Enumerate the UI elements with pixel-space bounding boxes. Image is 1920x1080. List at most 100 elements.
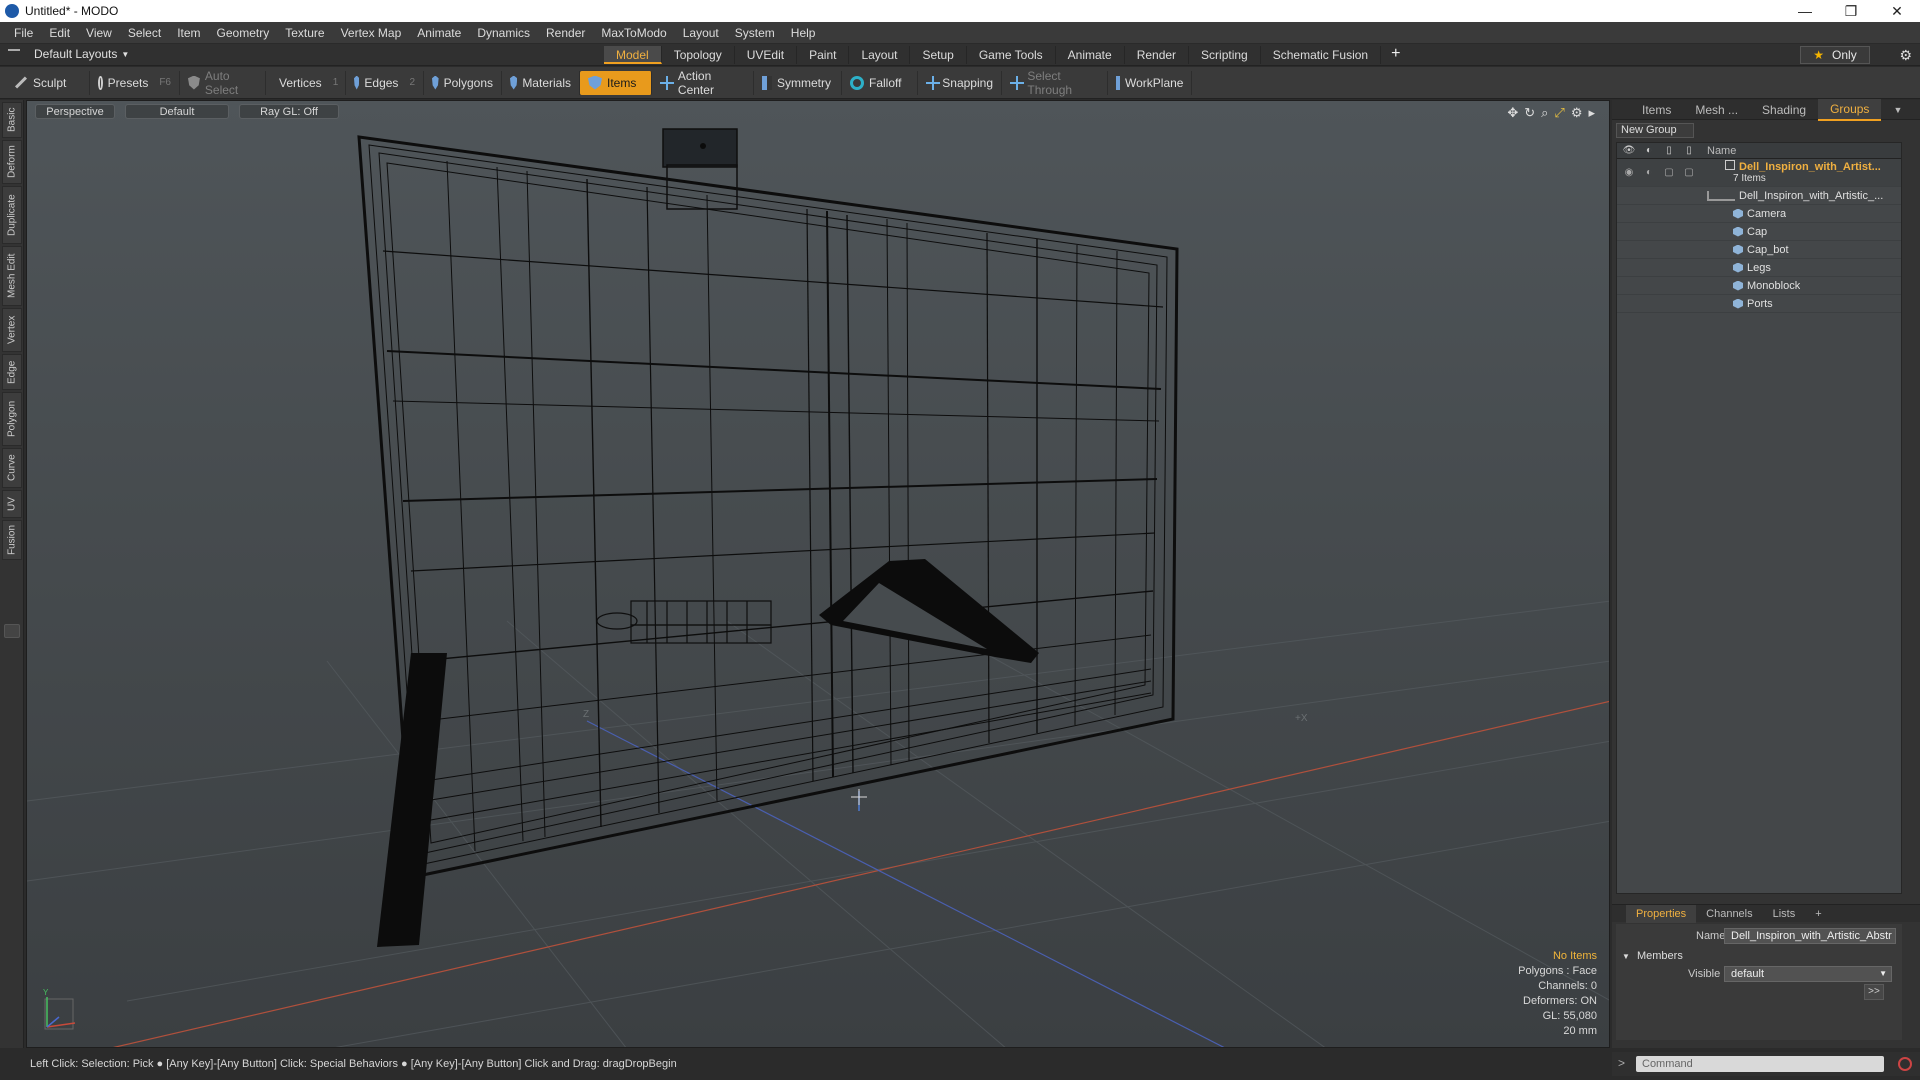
tree-item-cap-bot[interactable]: Cap_bot (1617, 241, 1901, 259)
group-row[interactable]: ◉ ◐ ▢ ▢ Dell_Inspiron_with_Artist... 7 I… (1617, 159, 1901, 187)
menu-maxtomodo[interactable]: MaxToModo (593, 26, 674, 40)
default-layouts-dropdown[interactable]: Default Layouts ▼ (8, 47, 129, 61)
add-tab-button[interactable]: + (1381, 46, 1410, 64)
tab-layout[interactable]: Layout (849, 46, 911, 64)
presets-button[interactable]: Presets F6 (90, 70, 180, 95)
auto-select-button[interactable]: Auto Select (180, 69, 266, 97)
tab-fusion[interactable]: Fusion (2, 520, 22, 560)
tab-topology[interactable]: Topology (662, 46, 735, 64)
panel-toggle-button[interactable] (4, 624, 20, 638)
menu-select[interactable]: Select (120, 26, 169, 40)
menu-view[interactable]: View (78, 26, 120, 40)
tab-render[interactable]: Render (1125, 46, 1190, 64)
lock-column-icon[interactable]: ▯ (1661, 145, 1677, 157)
tab-groups[interactable]: Groups (1818, 98, 1882, 121)
view-mode-button[interactable]: Perspective (35, 104, 115, 119)
tree-item-legs[interactable]: Legs (1617, 259, 1901, 277)
select-through-button[interactable]: Select Through (1002, 69, 1108, 97)
zoom-icon[interactable]: ⌕ (1541, 105, 1548, 121)
menu-file[interactable]: File (6, 26, 41, 40)
menu-edit[interactable]: Edit (41, 26, 78, 40)
tab-uv[interactable]: UV (2, 490, 22, 518)
tab-polygon[interactable]: Polygon (2, 392, 22, 446)
minimize-button[interactable]: — (1782, 0, 1828, 22)
render-column-icon[interactable]: ◐ (1641, 145, 1657, 157)
tab-uvedit[interactable]: UVEdit (735, 46, 798, 64)
tab-model[interactable]: Model (604, 46, 662, 64)
menu-dynamics[interactable]: Dynamics (469, 26, 538, 40)
menu-texture[interactable]: Texture (277, 26, 332, 40)
tab-channels[interactable]: Channels (1696, 905, 1762, 923)
tab-scripting[interactable]: Scripting (1189, 46, 1261, 64)
group-visibility-toggle[interactable]: ◉ (1621, 167, 1637, 179)
tree-item-cap[interactable]: Cap (1617, 223, 1901, 241)
tab-setup[interactable]: Setup (910, 46, 967, 64)
add-tab-icon[interactable]: + (1805, 905, 1831, 923)
menu-animate[interactable]: Animate (409, 26, 469, 40)
tab-basic[interactable]: Basic (2, 102, 22, 138)
tab-mesh[interactable]: Mesh ... (1683, 100, 1750, 120)
menu-system[interactable]: System (727, 26, 783, 40)
only-toggle[interactable]: ★ Only (1800, 46, 1870, 64)
tab-shading[interactable]: Shading (1750, 100, 1818, 120)
tree-item-monoblock[interactable]: Monoblock (1617, 277, 1901, 295)
tab-curve[interactable]: Curve (2, 448, 22, 488)
tree-item-ports[interactable]: Ports (1617, 295, 1901, 313)
menu-item[interactable]: Item (169, 26, 208, 40)
tab-paint[interactable]: Paint (797, 46, 850, 64)
group-lock-toggle[interactable]: ▢ (1661, 167, 1677, 179)
tab-game-tools[interactable]: Game Tools (967, 46, 1056, 64)
tab-schematic-fusion[interactable]: Schematic Fusion (1261, 46, 1382, 64)
tab-properties[interactable]: Properties (1626, 904, 1697, 923)
sculpt-button[interactable]: Sculpt (6, 70, 90, 95)
tab-deform[interactable]: Deform (2, 140, 22, 184)
menu-geometry[interactable]: Geometry (209, 26, 278, 40)
restore-button[interactable]: ❐ (1828, 0, 1874, 22)
close-button[interactable]: ✕ (1874, 0, 1920, 22)
name-column-header[interactable]: Name (1707, 145, 1736, 157)
tab-lists[interactable]: Lists (1763, 905, 1806, 923)
falloff-button[interactable]: Falloff (842, 70, 918, 95)
3d-viewport[interactable]: Z +X Perspective Default Ray GL: Off ✥ ↻… (26, 100, 1610, 1048)
layout-collapse-icon[interactable] (8, 49, 20, 59)
viewport-gear-icon[interactable]: ⚙ (1571, 105, 1583, 121)
tab-vertex[interactable]: Vertex (2, 308, 22, 352)
tree-item-camera[interactable]: Camera (1617, 205, 1901, 223)
tab-mesh-edit[interactable]: Mesh Edit (2, 246, 22, 306)
record-macro-icon[interactable] (1898, 1057, 1912, 1071)
members-section[interactable]: ▼ Members (1622, 950, 1683, 962)
group-render-toggle[interactable]: ◐ (1641, 167, 1657, 179)
edges-button[interactable]: Edges 2 (346, 70, 424, 95)
tab-animate[interactable]: Animate (1056, 46, 1125, 64)
snapping-button[interactable]: Snapping (918, 70, 1002, 95)
name-field[interactable]: Dell_Inspiron_with_Artistic_Abstr (1724, 928, 1896, 944)
tree-item-dell-inspiron[interactable]: Dell_Inspiron_with_Artistic_... (1617, 187, 1901, 205)
tab-duplicate[interactable]: Duplicate (2, 186, 22, 244)
visible-dropdown[interactable]: default ▼ (1724, 966, 1892, 982)
action-center-button[interactable]: Action Center (652, 69, 754, 97)
command-input[interactable]: Command (1636, 1056, 1884, 1072)
gear-icon[interactable]: ⚙ (1899, 47, 1912, 64)
symmetry-button[interactable]: Symmetry (754, 70, 842, 95)
visibility-column-icon[interactable]: 👁 (1621, 145, 1637, 157)
menu-vertex-map[interactable]: Vertex Map (333, 26, 410, 40)
new-group-button[interactable]: New Group (1616, 123, 1694, 138)
shading-mode-button[interactable]: Default (125, 104, 229, 119)
menu-help[interactable]: Help (783, 26, 824, 40)
items-button[interactable]: Items (580, 70, 652, 95)
rotate-icon[interactable]: ↻ (1524, 105, 1535, 121)
group-select-toggle[interactable]: ▢ (1681, 167, 1697, 179)
tabs-dropdown-icon[interactable]: ▼ (1881, 100, 1914, 120)
tab-items[interactable]: Items (1630, 100, 1683, 120)
viewport-menu-arrow-icon[interactable]: ▸ (1588, 105, 1595, 121)
pan-icon[interactable]: ✥ (1507, 105, 1518, 121)
expand-members-button[interactable]: >> (1864, 984, 1884, 1000)
workplane-button[interactable]: WorkPlane (1108, 70, 1192, 95)
menu-layout[interactable]: Layout (675, 26, 727, 40)
maximize-icon[interactable]: ⤢ (1554, 105, 1564, 121)
select-column-icon[interactable]: ▯ (1681, 145, 1697, 157)
menu-render[interactable]: Render (538, 26, 593, 40)
polygons-button[interactable]: Polygons (424, 70, 502, 95)
tab-edge[interactable]: Edge (2, 354, 22, 390)
raygl-button[interactable]: Ray GL: Off (239, 104, 339, 119)
